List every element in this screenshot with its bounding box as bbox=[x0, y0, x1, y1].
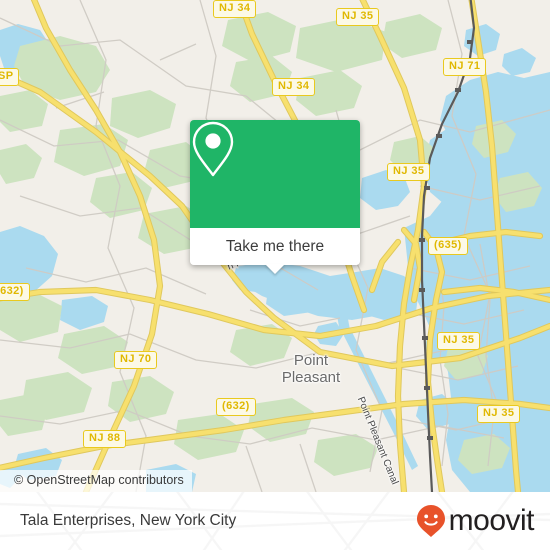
moovit-brand[interactable]: moovit bbox=[416, 504, 535, 538]
moovit-smiley-pin-icon bbox=[416, 505, 445, 537]
osm-attribution[interactable]: © OpenStreetMap contributors bbox=[0, 470, 192, 492]
shield-nj88[interactable]: NJ 88 bbox=[83, 430, 127, 448]
shield-635[interactable]: (635) bbox=[428, 237, 468, 255]
map-pin-icon bbox=[192, 121, 234, 177]
shield-nj35-c[interactable]: NJ 35 bbox=[437, 332, 481, 350]
card-pointer-tail bbox=[265, 264, 285, 274]
moovit-wordmark: moovit bbox=[448, 504, 535, 537]
take-me-there-card[interactable]: Take me there bbox=[190, 120, 360, 274]
card-image-area bbox=[190, 120, 360, 228]
shield-632-a[interactable]: (632) bbox=[0, 283, 30, 301]
shield-nj71[interactable]: NJ 71 bbox=[443, 58, 487, 76]
place-label-point-pleasant: Point Pleasant bbox=[281, 352, 341, 386]
take-me-there-label: Take me there bbox=[225, 237, 325, 255]
footer-bar: Tala Enterprises, New York City moovit bbox=[0, 492, 550, 550]
location-title: Tala Enterprises, New York City bbox=[20, 512, 237, 529]
shield-632-b[interactable]: (632) bbox=[216, 398, 256, 416]
card-action-bar[interactable]: Take me there bbox=[190, 228, 360, 274]
shield-gsp[interactable]: SP bbox=[0, 68, 20, 86]
shield-nj35-b[interactable]: NJ 35 bbox=[387, 163, 431, 181]
shield-nj35-d[interactable]: NJ 35 bbox=[477, 405, 521, 423]
shield-nj35-a[interactable]: NJ 35 bbox=[336, 8, 380, 26]
shield-nj34-b[interactable]: NJ 34 bbox=[272, 78, 316, 96]
shield-nj70[interactable]: NJ 70 bbox=[114, 351, 158, 369]
map-canvas[interactable]: Point Pleasant n River Point Pleasant Ca… bbox=[0, 0, 550, 492]
shield-nj34-a[interactable]: NJ 34 bbox=[213, 0, 257, 18]
map-screenshot: Point Pleasant n River Point Pleasant Ca… bbox=[0, 0, 550, 550]
